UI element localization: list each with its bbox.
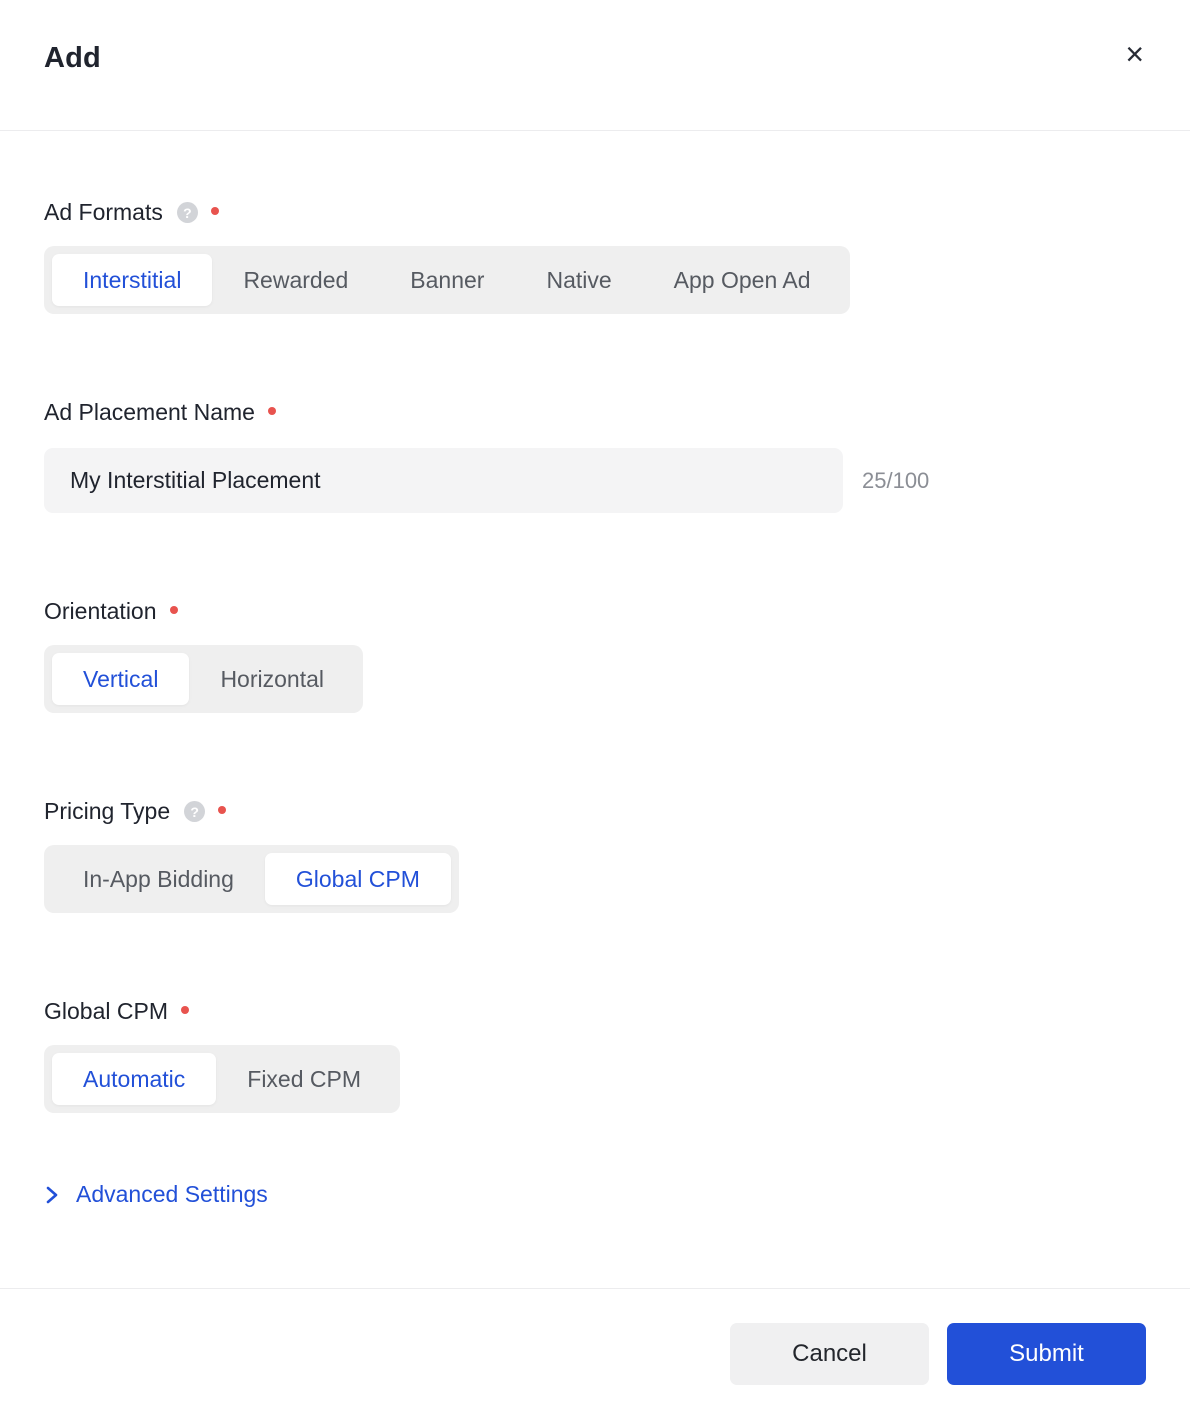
submit-button[interactable]: Submit (947, 1322, 1146, 1385)
advanced-settings-link[interactable]: Advanced Settings (44, 1181, 268, 1208)
tab-in-app-bidding[interactable]: In-App Bidding (52, 853, 265, 905)
ad-placement-name-section: Ad Placement Name 25/100 (44, 399, 1146, 513)
help-icon[interactable]: ? (176, 202, 198, 223)
ad-formats-section: Ad Formats ? Interstitial Rewarded Banne… (44, 199, 1146, 314)
tab-global-cpm[interactable]: Global CPM (264, 853, 451, 905)
pricing-type-section: Pricing Type ? In-App Bidding Global CPM (44, 798, 1146, 913)
char-counter: 25/100 (862, 467, 930, 493)
modal-body: Ad Formats ? Interstitial Rewarded Banne… (0, 199, 1190, 1212)
ad-placement-name-label: Ad Placement Name (44, 399, 255, 425)
tab-automatic[interactable]: Automatic (52, 1053, 217, 1105)
chevron-right-icon (44, 1183, 59, 1207)
orientation-label-row: Orientation (44, 598, 1146, 625)
tab-rewarded[interactable]: Rewarded (212, 254, 379, 306)
ad-formats-segmented-control: Interstitial Rewarded Banner Native App … (44, 246, 850, 314)
tab-fixed-cpm[interactable]: Fixed CPM (216, 1053, 392, 1105)
pricing-type-label: Pricing Type (44, 798, 171, 824)
pricing-type-segmented-control: In-App Bidding Global CPM (44, 845, 459, 913)
ad-formats-label: Ad Formats (44, 199, 163, 225)
page-title: Add (44, 42, 101, 74)
orientation-section: Orientation Vertical Horizontal (44, 598, 1146, 713)
ad-placement-name-label-row: Ad Placement Name (44, 399, 1146, 426)
global-cpm-section: Global CPM Automatic Fixed CPM (44, 998, 1146, 1113)
required-dot (210, 206, 219, 215)
required-dot (267, 406, 276, 415)
required-dot (169, 605, 178, 614)
modal-header: Add × (0, 0, 1190, 131)
tab-app-open-ad[interactable]: App Open Ad (643, 254, 842, 306)
orientation-segmented-control: Vertical Horizontal (44, 645, 363, 713)
advanced-settings-label: Advanced Settings (76, 1181, 268, 1207)
cancel-button[interactable]: Cancel (730, 1322, 929, 1385)
help-icon[interactable]: ? (184, 801, 206, 822)
global-cpm-segmented-control: Automatic Fixed CPM (44, 1045, 401, 1113)
tab-vertical[interactable]: Vertical (52, 653, 190, 705)
required-dot (180, 1005, 189, 1014)
ad-placement-name-input-row: 25/100 (44, 448, 1146, 513)
ad-formats-label-row: Ad Formats ? (44, 199, 1146, 226)
global-cpm-label-row: Global CPM (44, 998, 1146, 1025)
tab-interstitial[interactable]: Interstitial (52, 254, 213, 306)
close-icon[interactable]: × (1123, 38, 1146, 70)
modal-footer: Cancel Submit (0, 1288, 1190, 1418)
tab-banner[interactable]: Banner (379, 254, 515, 306)
ad-placement-name-input[interactable] (44, 448, 843, 513)
orientation-label: Orientation (44, 598, 157, 624)
required-dot (218, 805, 227, 814)
global-cpm-label: Global CPM (44, 998, 168, 1024)
tab-horizontal[interactable]: Horizontal (189, 653, 355, 705)
pricing-type-label-row: Pricing Type ? (44, 798, 1146, 825)
tab-native[interactable]: Native (515, 254, 642, 306)
add-modal: Add × Ad Formats ? Interstitial Rewarded… (0, 0, 1190, 1418)
